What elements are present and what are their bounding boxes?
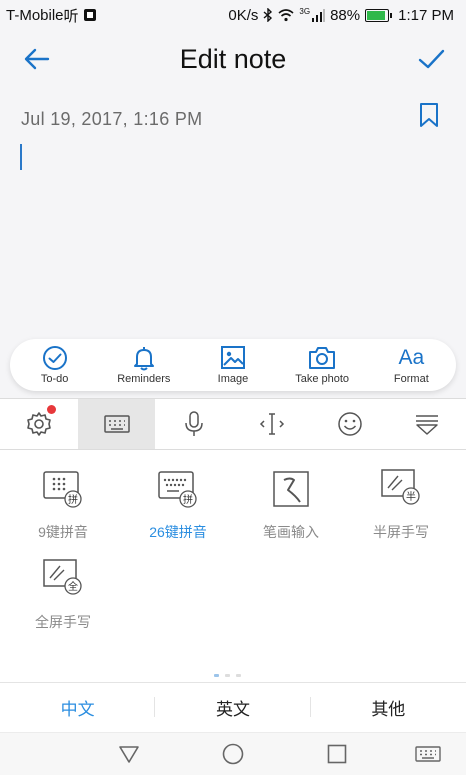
mode-stroke-input[interactable]: 笔画输入 — [233, 468, 349, 542]
mode-label-stroke: 笔画输入 — [263, 524, 319, 540]
mode-26key-pinyin[interactable]: 拼 26键拼音 — [120, 468, 236, 542]
keyboard-settings-button[interactable] — [0, 399, 78, 449]
input-method-panel: 拼 9键拼音 拼 26键拼音 笔画输入 半 半屏手写 全 全屏手写 中文 英文 … — [0, 398, 466, 775]
bluetooth-icon — [263, 8, 273, 22]
tab-english[interactable]: 英文 — [155, 683, 311, 731]
voice-input-button[interactable] — [155, 399, 233, 449]
todo-label: To-do — [40, 373, 69, 385]
format-button[interactable]: Aa Format — [370, 345, 452, 385]
stroke-input-icon — [273, 471, 309, 507]
keyboard-top-bar — [0, 398, 466, 450]
mode-9key-pinyin[interactable]: 拼 9键拼音 — [5, 468, 121, 542]
back-triangle-icon[interactable] — [117, 742, 141, 766]
keyboard-switch-icon[interactable] — [414, 742, 442, 766]
note-editor[interactable]: Jul 19, 2017, 1:16 PM — [0, 88, 466, 338]
bookmark-icon[interactable] — [418, 102, 440, 128]
image-label: Image — [217, 373, 249, 385]
note-toolbar: To-do Reminders Image Take photo Aa Form… — [10, 339, 456, 391]
mode-label-full-handwriting: 全屏手写 — [35, 614, 91, 630]
nine-key-pinyin-icon: 拼 — [43, 471, 82, 508]
emoji-icon — [337, 412, 362, 436]
mode-label-half-handwriting: 半屏手写 — [373, 524, 429, 540]
image-button[interactable]: Image — [192, 345, 274, 385]
mode-half-screen-handwriting[interactable]: 半 半屏手写 — [343, 468, 459, 542]
keyboard-button[interactable] — [77, 399, 156, 449]
network-type: 3G — [299, 6, 311, 16]
recents-square-icon[interactable] — [325, 742, 349, 766]
tab-chinese[interactable]: 中文 — [0, 683, 156, 731]
collapse-keyboard-icon — [416, 415, 439, 435]
qwerty-pinyin-icon: 拼 — [158, 471, 197, 508]
emoji-button[interactable] — [311, 399, 389, 449]
wifi-icon — [278, 8, 294, 21]
carrier-name: T-Mobile — [6, 6, 64, 24]
save-check-icon[interactable] — [416, 44, 446, 74]
text-cursor — [20, 144, 22, 170]
cursor-move-icon — [259, 413, 284, 435]
reminders-label: Reminders — [117, 373, 171, 385]
status-time: 1:17 PM — [398, 6, 454, 24]
format-label: Format — [393, 373, 429, 385]
pinyin-badge: 拼 — [68, 493, 78, 506]
half-screen-handwriting-icon: 半 — [381, 469, 420, 505]
note-date: Jul 19, 2017, 1:16 PM — [21, 109, 203, 129]
app-notification-icon — [83, 9, 96, 21]
microphone-icon — [185, 411, 203, 436]
back-arrow-icon[interactable] — [22, 44, 52, 74]
mode-label-26key: 26键拼音 — [149, 524, 207, 540]
signal-icon — [312, 8, 326, 22]
reminders-button[interactable]: Reminders — [103, 345, 185, 385]
mode-label-9key: 9键拼音 — [38, 524, 88, 540]
battery-icon — [365, 8, 393, 22]
network-speed: 0K/s — [228, 6, 259, 24]
page-dot — [236, 674, 241, 677]
tab-other[interactable]: 其他 — [311, 683, 466, 731]
page-indicator — [214, 674, 241, 677]
carrier-suffix: 听 — [63, 7, 79, 25]
collapse-keyboard-button[interactable] — [388, 399, 466, 449]
format-text-icon: Aa — [398, 346, 425, 369]
page-title: Edit note — [179, 43, 287, 74]
bell-icon — [133, 347, 154, 371]
todo-button[interactable]: To-do — [14, 345, 96, 385]
take-photo-label: Take photo — [295, 373, 350, 385]
image-icon — [220, 346, 245, 369]
full-screen-handwriting-icon: 全 — [43, 559, 82, 595]
app-bar: Edit note — [0, 30, 466, 88]
keyboard-icon — [103, 415, 130, 433]
language-tabs: 中文 英文 其他 — [0, 682, 466, 731]
camera-icon — [309, 347, 336, 369]
take-photo-button[interactable]: Take photo — [281, 345, 363, 385]
full-badge: 全 — [68, 580, 78, 593]
todo-check-icon — [42, 346, 67, 370]
status-bar: T-Mobile 听 0K/s 3G 88% 1:17 PM — [0, 0, 466, 30]
system-nav-bar — [0, 732, 466, 775]
settings-gear-icon — [27, 412, 51, 436]
pinyin-badge: 拼 — [183, 493, 193, 506]
mode-full-screen-handwriting[interactable]: 全 全屏手写 — [5, 558, 121, 632]
notification-dot — [46, 405, 56, 414]
half-badge: 半 — [406, 490, 416, 503]
page-dot — [225, 674, 230, 677]
battery-percent: 88% — [330, 6, 361, 24]
page-dot — [214, 674, 219, 677]
cursor-move-button[interactable] — [233, 399, 311, 449]
home-circle-icon[interactable] — [221, 742, 245, 766]
